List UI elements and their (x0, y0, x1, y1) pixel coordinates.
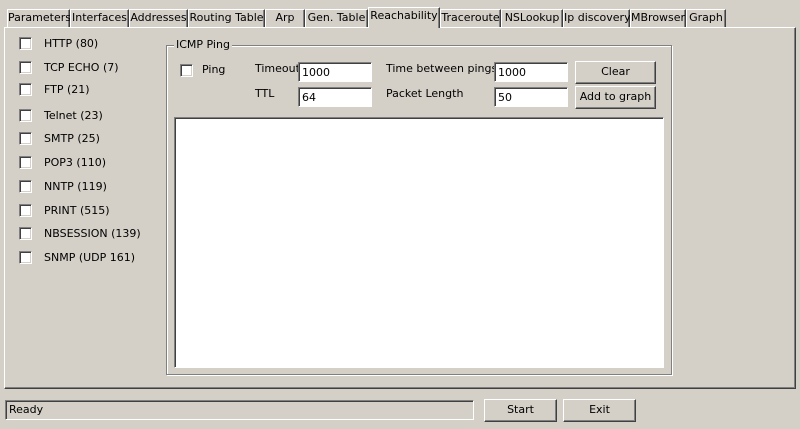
tab-parameters[interactable]: Parameters (7, 9, 71, 27)
tab-nslookup[interactable]: NSLookup (501, 9, 563, 27)
reachability-panel: HTTP (80) TCP ECHO (7) FTP (21) Telnet (… (4, 27, 796, 389)
service-checkbox[interactable] (19, 132, 32, 145)
service-label: PRINT (515) (44, 204, 110, 217)
service-checkbox[interactable] (19, 227, 32, 240)
tab-interfaces[interactable]: Interfaces (70, 9, 129, 27)
status-text: Ready (9, 403, 44, 416)
ttl-input[interactable]: 64 (298, 87, 372, 107)
service-label: NNTP (119) (44, 180, 107, 193)
packet-length-label: Packet Length (386, 87, 464, 100)
status-bar: Ready (5, 400, 474, 420)
service-label: Telnet (23) (44, 109, 103, 122)
service-label: HTTP (80) (44, 37, 99, 50)
ttl-label: TTL (255, 87, 275, 100)
service-label: TCP ECHO (7) (44, 61, 119, 74)
service-label: NBSESSION (139) (44, 227, 141, 240)
service-checkbox[interactable] (19, 83, 32, 96)
ping-label: Ping (202, 63, 226, 76)
service-checkbox[interactable] (19, 37, 32, 50)
timeout-label: Timeout (255, 62, 300, 75)
start-button[interactable]: Start (484, 399, 557, 422)
packet-length-input[interactable]: 50 (494, 87, 568, 107)
service-label: POP3 (110) (44, 156, 106, 169)
tab-mbrowser[interactable]: MBrowser (630, 9, 686, 27)
tab-gen-table[interactable]: Gen. Table (305, 9, 368, 27)
service-checkbox[interactable] (19, 109, 32, 122)
tab-reachability[interactable]: Reachability (368, 7, 440, 28)
tab-routing-table[interactable]: Routing Table (188, 9, 265, 27)
service-label: FTP (21) (44, 83, 90, 96)
tab-strip: Parameters Interfaces Addresses Routing … (0, 0, 800, 28)
exit-button[interactable]: Exit (563, 399, 636, 422)
time-between-pings-input[interactable]: 1000 (494, 62, 568, 82)
service-checkbox[interactable] (19, 251, 32, 264)
service-label: SNMP (UDP 161) (44, 251, 136, 264)
ping-checkbox[interactable] (180, 64, 193, 77)
tab-traceroute[interactable]: Traceroute (440, 9, 501, 27)
clear-button[interactable]: Clear (575, 61, 656, 84)
time-between-pings-label: Time between pings (386, 62, 498, 75)
service-checkbox[interactable] (19, 61, 32, 74)
service-checkbox[interactable] (19, 204, 32, 217)
icmp-ping-group-title: ICMP Ping (174, 38, 232, 51)
tab-arp[interactable]: Arp (265, 9, 305, 27)
add-to-graph-button[interactable]: Add to graph (575, 86, 656, 109)
tab-addresses[interactable]: Addresses (129, 9, 188, 27)
service-checkbox[interactable] (19, 180, 32, 193)
timeout-input[interactable]: 1000 (298, 62, 372, 82)
service-checkbox[interactable] (19, 156, 32, 169)
ping-output-area[interactable] (174, 117, 664, 368)
tab-graph[interactable]: Graph (686, 9, 726, 27)
tab-ip-discovery[interactable]: Ip discovery (563, 9, 631, 27)
icmp-ping-group: ICMP Ping Ping Timeout 1000 TTL 64 Time … (166, 38, 672, 375)
service-label: SMTP (25) (44, 132, 100, 145)
